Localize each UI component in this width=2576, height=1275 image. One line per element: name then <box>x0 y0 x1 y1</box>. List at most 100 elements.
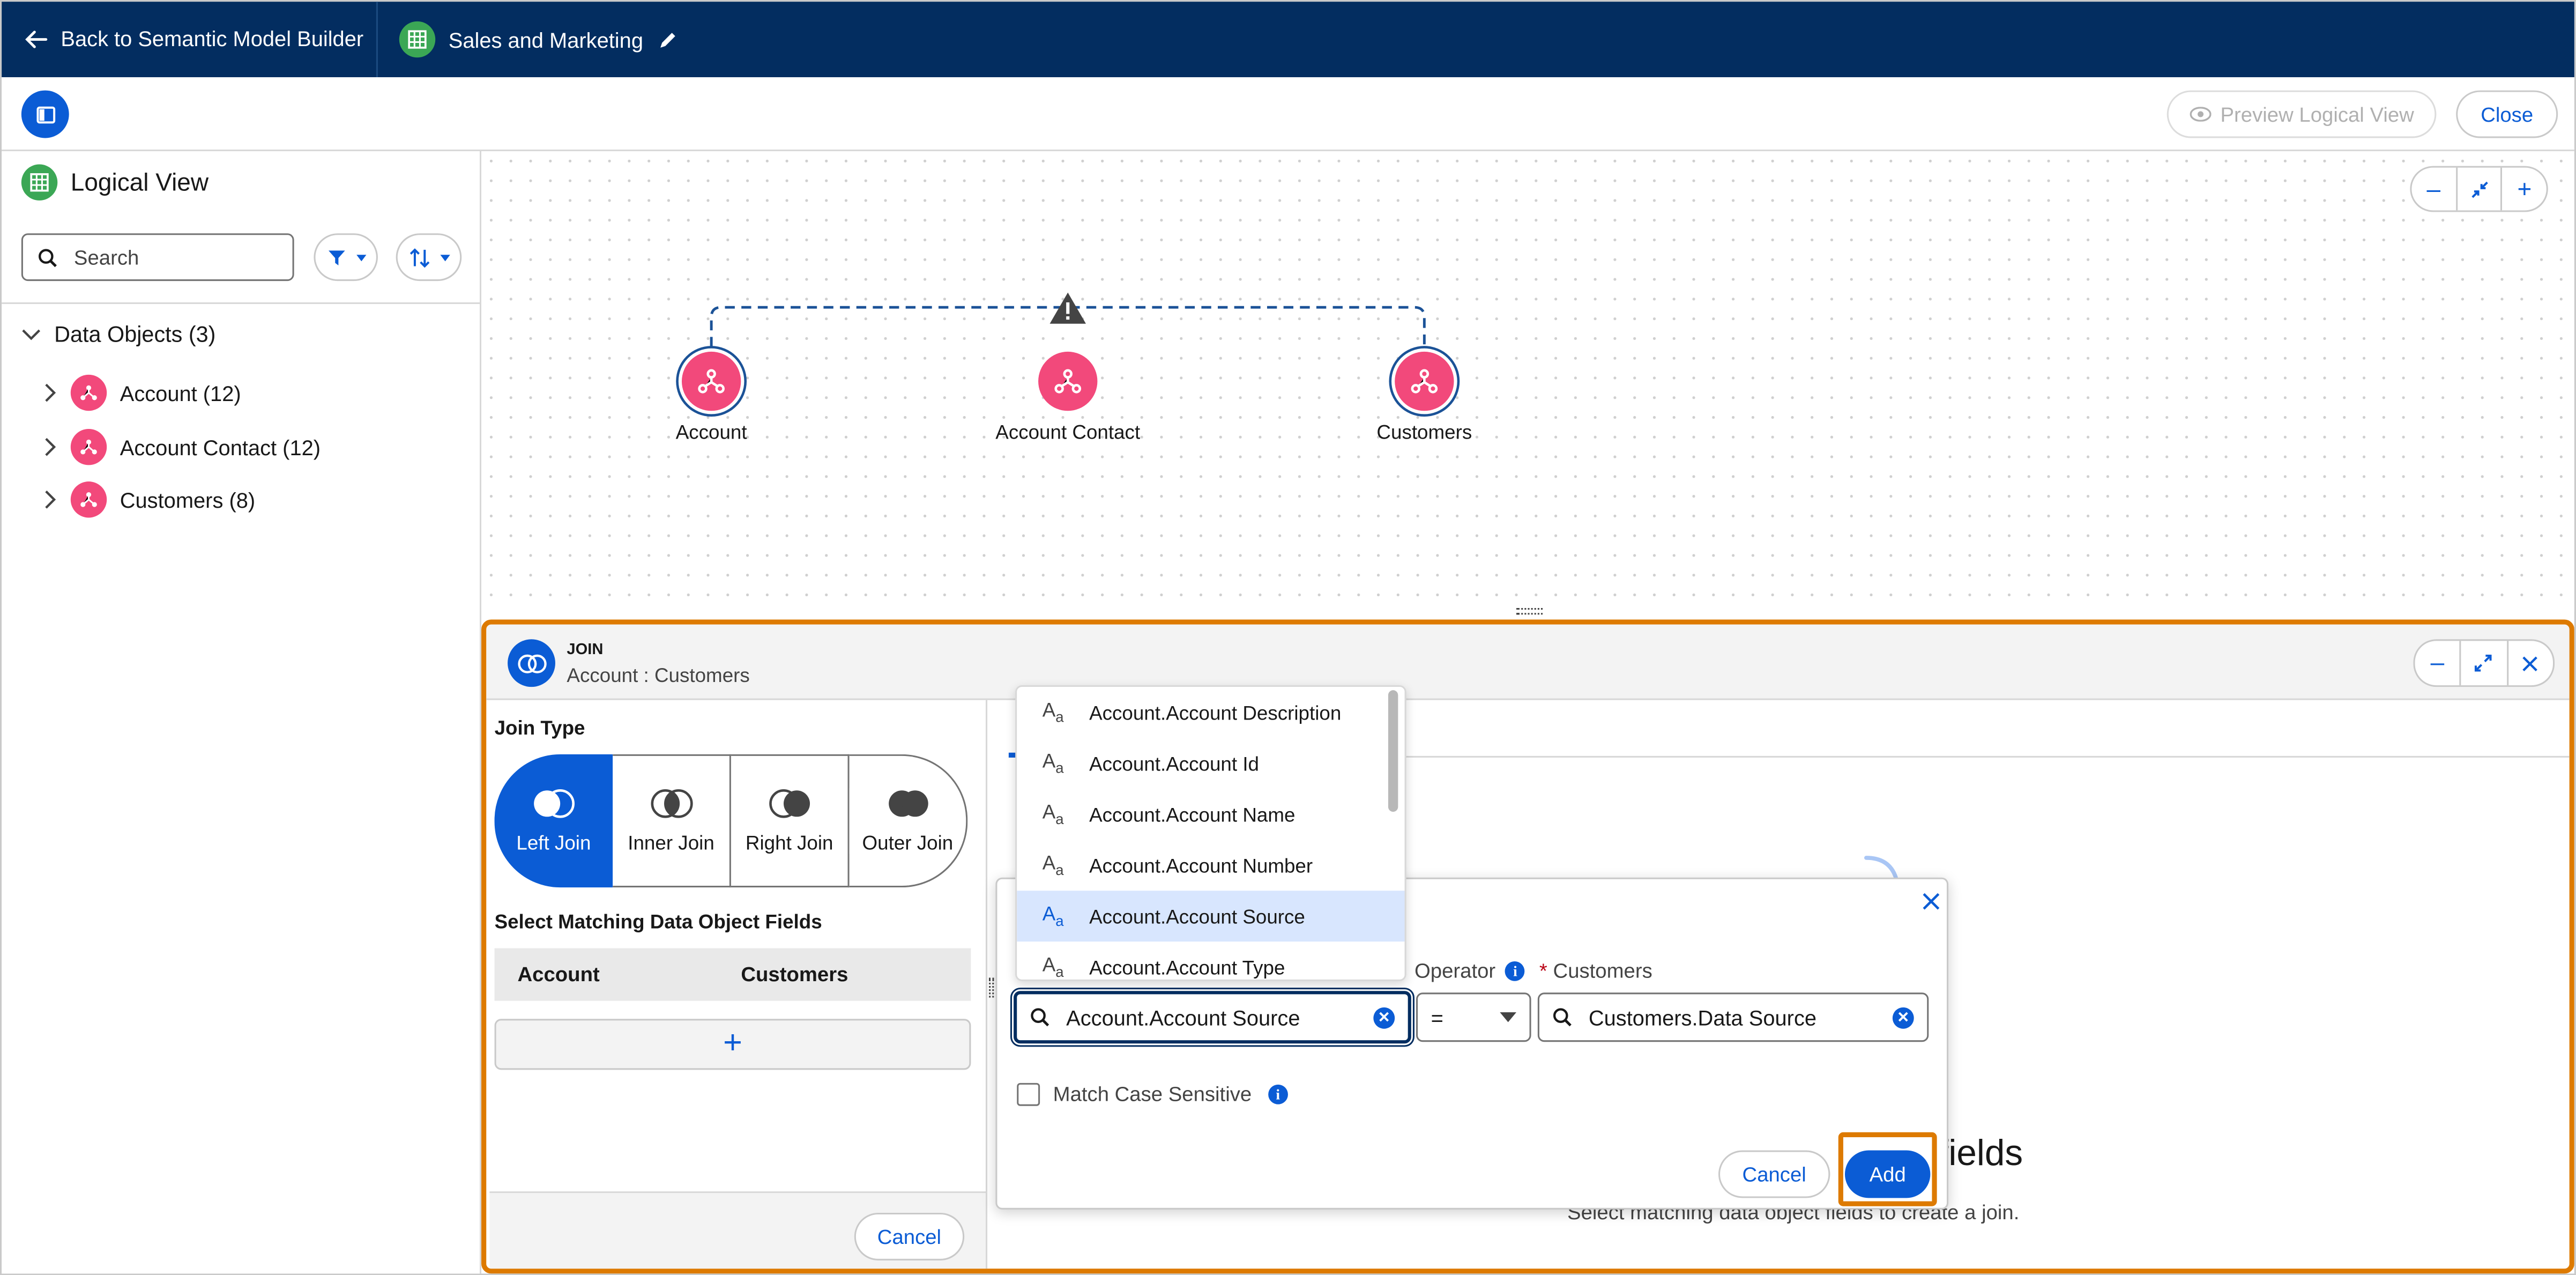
node-label: Customers <box>1376 420 1472 444</box>
zoom-controls: – + <box>2410 166 2548 212</box>
left-join-icon <box>534 788 575 818</box>
matching-fields-label: Select Matching Data Object Fields <box>494 910 822 933</box>
close-panel-button[interactable] <box>2508 641 2553 685</box>
node-account-contact[interactable] <box>1038 351 1098 411</box>
filter-button[interactable] <box>314 233 378 281</box>
topbar-divider <box>376 2 378 78</box>
dropdown-option[interactable]: Aa Account.Account Number <box>1017 840 1405 891</box>
arrow-left-icon <box>25 29 48 48</box>
toggle-panel-button[interactable] <box>21 90 69 138</box>
toolbar: Preview Logical View Close <box>2 77 2574 151</box>
tree-item-account[interactable]: Account (12) <box>44 374 241 411</box>
minimize-button[interactable]: – <box>2415 641 2462 686</box>
dropdown-option-selected[interactable]: Aa Account.Account Source <box>1017 891 1405 942</box>
search-icon <box>1031 1008 1049 1027</box>
account-field-input[interactable]: Account.Account Source ✕ <box>1014 991 1411 1044</box>
data-objects-section[interactable]: Data Objects (3) <box>21 322 216 347</box>
join-header: JOIN Account : Customers – <box>486 624 2570 700</box>
search-icon <box>1553 1008 1572 1027</box>
account-field-value: Account.Account Source <box>1066 1005 1300 1030</box>
cancel-button[interactable]: Cancel <box>854 1212 965 1261</box>
sort-button[interactable] <box>396 233 462 281</box>
clear-icon[interactable]: ✕ <box>1892 1006 1914 1028</box>
text-field-icon: Aa <box>1042 953 1064 981</box>
option-label: Account.Account Type <box>1089 955 1285 979</box>
text-field-icon: Aa <box>1042 800 1064 828</box>
model-name: Sales and Marketing <box>448 27 643 52</box>
sidebar-toggle-icon <box>35 106 55 123</box>
match-case-checkbox[interactable] <box>1017 1083 1040 1106</box>
close-button[interactable]: Close <box>2456 90 2558 138</box>
join-type-label: Inner Join <box>628 831 714 854</box>
field-dropdown: Aa Account.Account Description Aa Accoun… <box>1015 685 1406 981</box>
inner-join-option[interactable]: Inner Join <box>613 754 731 888</box>
warning-icon[interactable] <box>1048 291 1088 325</box>
required-asterisk: * <box>1539 959 1547 983</box>
chevron-right-icon <box>45 438 56 456</box>
drag-handle[interactable] <box>989 977 994 998</box>
node-account[interactable] <box>681 351 741 411</box>
tree-item-label: Account (12) <box>120 380 241 405</box>
close-icon <box>2523 655 2538 671</box>
dropdown-scrollbar[interactable] <box>1388 690 1398 812</box>
info-icon[interactable]: i <box>1505 961 1525 981</box>
data-object-icon <box>1411 369 1438 394</box>
join-type-label: Join Type <box>494 716 585 740</box>
zoom-in-button[interactable]: + <box>2503 168 2547 211</box>
close-icon[interactable] <box>1922 892 1940 910</box>
data-object-icon <box>70 481 107 518</box>
model-title: Sales and Marketing <box>399 21 678 58</box>
match-case-label: Match Case Sensitive <box>1053 1083 1252 1106</box>
empty-state-title: fields <box>1938 1132 2023 1174</box>
collapse-arrows-icon <box>2470 181 2488 197</box>
tree-item-label: Account Contact (12) <box>120 434 321 459</box>
data-object-icon <box>698 369 725 394</box>
outer-join-option[interactable]: Outer Join <box>849 754 968 888</box>
add-button[interactable]: Add <box>1844 1150 1931 1198</box>
pencil-icon[interactable] <box>657 29 678 50</box>
zoom-out-button[interactable]: – <box>2411 167 2458 211</box>
dropdown-option[interactable]: Aa Account.Account Description <box>1017 687 1405 738</box>
right-join-option[interactable]: Right Join <box>731 754 850 888</box>
customers-field-input[interactable]: Customers.Data Source ✕ <box>1537 992 1929 1042</box>
outer-join-icon <box>888 789 928 816</box>
dropdown-option[interactable]: Aa Account.Account Id <box>1017 738 1405 789</box>
tree-item-customers[interactable]: Customers (8) <box>44 481 255 518</box>
info-icon[interactable]: i <box>1268 1084 1288 1104</box>
node-label: Account <box>675 420 747 444</box>
text-field-icon: Aa <box>1042 902 1064 930</box>
search-icon <box>39 248 57 266</box>
panel-controls: – <box>2413 639 2555 687</box>
fit-view-button[interactable] <box>2457 167 2503 211</box>
text-field-icon: Aa <box>1042 699 1064 726</box>
operator-label: Operator i <box>1414 960 1525 983</box>
right-join-icon <box>768 788 809 818</box>
join-kicker: JOIN <box>567 641 604 659</box>
chevron-down-icon <box>355 254 366 261</box>
join-type-label: Left Join <box>516 831 591 854</box>
option-label: Account.Account Id <box>1089 752 1260 775</box>
search-input[interactable]: Search <box>21 233 294 281</box>
expand-button[interactable] <box>2461 641 2508 686</box>
popover-cancel-button[interactable]: Cancel <box>1718 1150 1830 1198</box>
inner-join-icon <box>650 788 693 818</box>
clear-icon[interactable]: ✕ <box>1373 1006 1395 1028</box>
back-link[interactable]: Back to Semantic Model Builder <box>25 26 363 51</box>
plus-icon: + <box>723 1025 742 1062</box>
left-join-option[interactable]: Left Join <box>494 754 613 888</box>
join-type-label: Outer Join <box>862 831 954 854</box>
dropdown-option[interactable]: Aa Account.Account Name <box>1017 789 1405 840</box>
column-divider <box>986 700 988 1269</box>
preview-logical-view-button[interactable]: Preview Logical View <box>2166 90 2437 138</box>
resize-handle[interactable] <box>1516 608 1543 615</box>
diagram-canvas[interactable] <box>481 151 2574 612</box>
search-placeholder: Search <box>73 246 139 269</box>
add-field-pair-button[interactable]: + <box>494 1019 971 1070</box>
node-customers[interactable] <box>1395 351 1454 411</box>
customers-field-value: Customers.Data Source <box>1588 1005 1817 1030</box>
dropdown-option[interactable]: Aa Account.Account Type <box>1017 942 1405 981</box>
option-label: Account.Account Description <box>1089 701 1342 724</box>
back-label: Back to Semantic Model Builder <box>61 26 364 51</box>
operator-select[interactable]: = <box>1416 992 1531 1042</box>
tree-item-account-contact[interactable]: Account Contact (12) <box>44 428 321 465</box>
